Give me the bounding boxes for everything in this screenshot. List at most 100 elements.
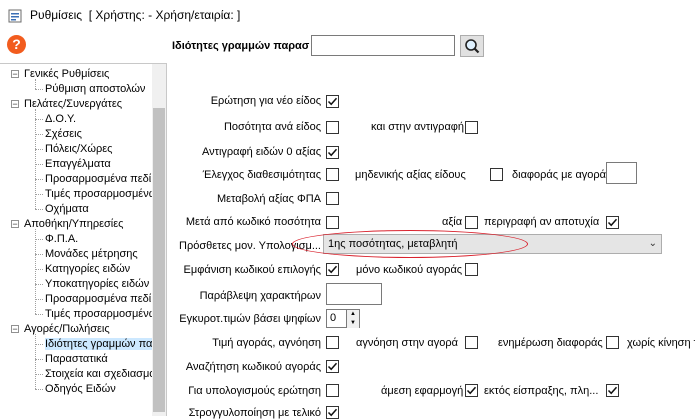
tree-item-label: Προσαρμοσμένα πεδί xyxy=(45,173,152,185)
checkbox-enimerosi-diaforas[interactable] xyxy=(606,336,619,349)
tree-item-label: Αποθήκη/Υπηρεσίες xyxy=(24,218,124,230)
input-parablepsi-xaraktiron[interactable] xyxy=(326,283,382,305)
checkbox-ektos-eispraksis[interactable] xyxy=(606,384,619,397)
app-icon xyxy=(8,9,22,23)
tree-connector xyxy=(35,79,36,89)
tree-item[interactable]: Παραστατικά xyxy=(45,352,108,366)
spinner-egkyrot-timon[interactable]: 0 ▲ ▼ xyxy=(326,309,360,328)
tree-connector xyxy=(35,299,43,300)
label-meta-apo-kodiko: Μετά από κωδικό ποσότητα xyxy=(185,216,321,228)
tree-item[interactable]: Στοιχεία και σχεδιασμό xyxy=(45,367,155,381)
checkmark-icon xyxy=(327,408,338,417)
tree-connector xyxy=(35,284,43,285)
tree-item[interactable]: Υποκατηγορίες ειδών xyxy=(45,277,149,291)
tree-item-label: Ιδιότητες γραμμών πα xyxy=(45,338,153,350)
tree-item[interactable]: Αποθήκη/Υπηρεσίες xyxy=(24,217,123,231)
checkbox-metavoli-fpa[interactable] xyxy=(326,192,339,205)
tree-item[interactable]: Δ.Ο.Υ. xyxy=(45,112,76,126)
settings-tree[interactable]: Γενικές Ρυθμίσεις − Ρύθμιση αποστολών Πελάτ… xyxy=(0,63,167,416)
tree-item[interactable]: Κατηγορίες ειδών xyxy=(45,262,130,276)
search-input[interactable] xyxy=(311,35,455,56)
tree-connector xyxy=(35,269,43,270)
tree-item-label: Γενικές Ρυθμίσεις xyxy=(24,68,110,80)
collapse-icon[interactable]: − xyxy=(11,100,19,109)
label-antigrafi-0-aksias: Αντιγραφή ειδών 0 αξίας xyxy=(201,146,321,158)
tree-item[interactable]: Αγορές/Πωλήσεις xyxy=(24,322,110,336)
checkmark-icon xyxy=(607,386,618,395)
checkbox-kai-stin-antigrafi[interactable] xyxy=(465,121,478,134)
tree-item-label: Αγορές/Πωλήσεις xyxy=(24,323,110,335)
checkmark-icon xyxy=(607,218,618,227)
label-kai-stin-antigrafi: και στην αντιγραφή xyxy=(371,121,465,133)
checkbox-meta-apo-kodiko[interactable] xyxy=(326,216,339,229)
checkbox-agnoisi-stin-agora[interactable] xyxy=(465,336,478,349)
checkbox-erotisi-neo-eidos[interactable] xyxy=(326,95,339,108)
checkbox-mideniki-aksia[interactable] xyxy=(490,168,503,181)
label-egkyrot-timon: Εγκυροτ.τιμών βάσει ψηφίων xyxy=(179,313,321,325)
label-perigrafi-apotyxia: περιγραφή αν αποτυχία xyxy=(484,216,600,228)
checkmark-icon xyxy=(327,97,338,106)
title-bar: Ρυθμίσεις [ Χρήστης: - Χρήση/εταιρία: ] xyxy=(0,0,695,30)
tree-item[interactable]: Τιμές προσαρμοσμένω xyxy=(45,187,157,201)
tree-item[interactable]: Γενικές Ρυθμίσεις xyxy=(24,67,109,81)
label-xoris-kinisi: χωρίς κίνηση τ xyxy=(627,337,695,349)
checkbox-strogylopoiisi[interactable] xyxy=(326,406,339,419)
tree-item[interactable]: Πελάτες/Συνεργάτες xyxy=(24,97,122,111)
collapse-icon[interactable]: − xyxy=(11,220,19,229)
label-gia-ypologismous: Για υπολογισμούς ερώτηση xyxy=(188,385,321,397)
checkbox-aksia[interactable] xyxy=(465,216,478,229)
tree-item-label: Πελάτες/Συνεργάτες xyxy=(24,98,123,110)
label-aksia: αξία xyxy=(442,216,463,228)
tree-item-label: Δ.Ο.Υ. xyxy=(45,113,77,125)
collapse-icon[interactable]: − xyxy=(11,70,19,79)
tree-item[interactable]: Σχέσεις xyxy=(45,127,82,141)
tree-scrollbar-thumb[interactable] xyxy=(153,108,165,412)
tree-item[interactable]: Προσαρμοσμένα πεδί xyxy=(45,292,151,306)
tree-item[interactable]: Οδηγός Ειδών xyxy=(45,382,116,396)
tree-connector xyxy=(35,359,43,360)
help-icon[interactable]: ? xyxy=(7,35,26,54)
spinner-down-icon[interactable]: ▼ xyxy=(346,319,359,328)
tree-connector xyxy=(35,344,43,345)
label-emfanisi-kodikou: Εμφάνιση κωδικού επιλογής xyxy=(183,264,321,276)
tree-connector xyxy=(35,209,43,210)
tree-item-label: Τιμές προσαρμοσμένω xyxy=(45,188,158,200)
tree-item[interactable]: Προσαρμοσμένα πεδί xyxy=(45,172,151,186)
label-elegxos-diathesimotitas: Έλεγχος διαθεσιμότητας xyxy=(202,169,321,181)
checkbox-perigrafi-apotyxia[interactable] xyxy=(606,216,619,229)
search-button[interactable] xyxy=(460,35,484,57)
tree-item[interactable]: Ρύθμιση αποστολών xyxy=(45,82,145,96)
tree-connector xyxy=(35,334,36,389)
tree-item[interactable]: Ιδιότητες γραμμών πα xyxy=(45,337,153,351)
tree-connector xyxy=(35,119,43,120)
tree-connector xyxy=(35,179,43,180)
tree-connector xyxy=(35,239,43,240)
checkbox-posotita-ana-eidos[interactable] xyxy=(326,121,339,134)
label-timi-agoras-agnoisi: Τιμή αγοράς, αγνόηση xyxy=(212,337,321,349)
collapse-icon[interactable]: − xyxy=(11,325,19,334)
input-diaforas-me-agora[interactable] xyxy=(606,162,637,184)
tree-item[interactable]: Οχήματα xyxy=(45,202,89,216)
checkbox-anazitisi-kodikou-agoras[interactable] xyxy=(326,360,339,373)
tree-item-label: Προσαρμοσμένα πεδί xyxy=(45,293,152,305)
checkmark-icon xyxy=(327,265,338,274)
checkbox-amesi-efarmogi[interactable] xyxy=(465,384,478,397)
checkmark-icon xyxy=(327,148,338,157)
checkbox-antigrafi-0-aksias[interactable] xyxy=(326,146,339,159)
tree-item[interactable]: Μονάδες μέτρησης xyxy=(45,247,138,261)
label-amesi-efarmogi: άμεση εφαρμογή xyxy=(381,385,464,397)
label-anazitisi-kodikou-agoras: Αναζήτηση κωδικού αγοράς xyxy=(185,361,321,373)
checkbox-elegxos-diathesimotitas[interactable] xyxy=(326,168,339,181)
checkbox-timi-agoras-agnoisi[interactable] xyxy=(326,336,339,349)
tree-connector xyxy=(35,254,43,255)
tree-connector xyxy=(35,374,43,375)
tree-item[interactable]: Επαγγέλματα xyxy=(45,157,111,171)
checkbox-gia-ypologismous[interactable] xyxy=(326,384,339,397)
tree-connector xyxy=(35,109,36,209)
tree-item[interactable]: Τιμές προσαρμοσμένω xyxy=(45,307,157,321)
tree-item[interactable]: Πόλεις/Χώρες xyxy=(45,142,112,156)
label-posotita-ana-eidos: Ποσότητα ανά είδος xyxy=(223,121,321,133)
checkbox-mono-kodikos-agoras[interactable] xyxy=(465,263,478,276)
checkbox-emfanisi-kodikou[interactable] xyxy=(326,263,339,276)
tree-item[interactable]: Φ.Π.Α. xyxy=(45,232,78,246)
